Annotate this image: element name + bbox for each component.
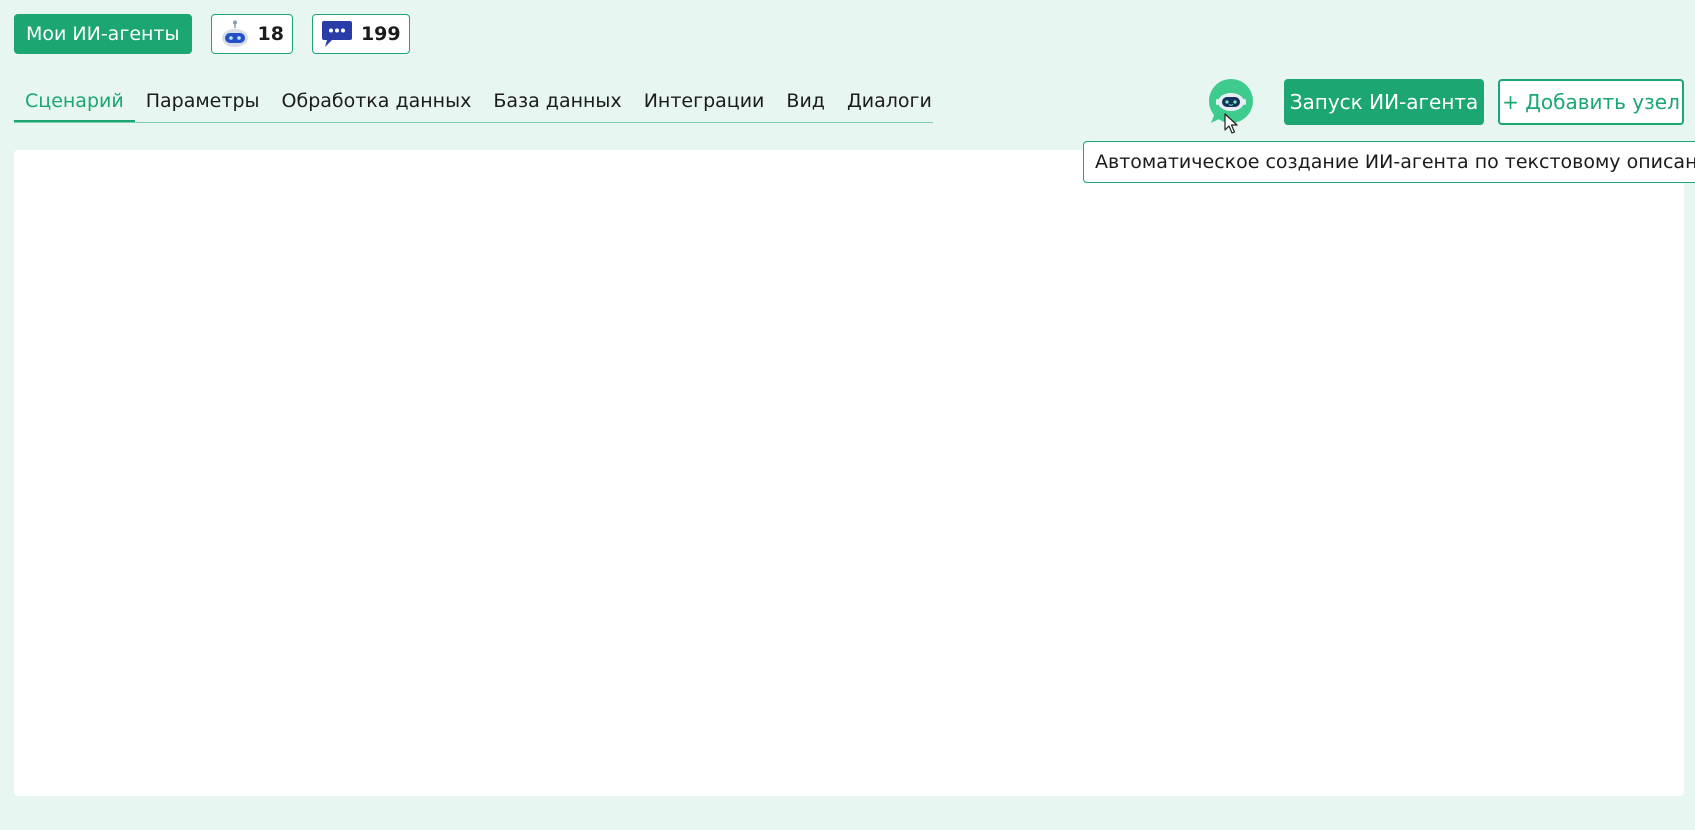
messages-counter[interactable]: 199 — [311, 14, 410, 54]
chat-bubble-icon — [321, 19, 353, 49]
tab-bar: Сценарий Параметры Обработка данных База… — [14, 84, 933, 123]
tab-scenario[interactable]: Сценарий — [14, 84, 135, 122]
my-agents-button[interactable]: Мои ИИ-агенты — [14, 14, 192, 54]
tab-integrations[interactable]: Интеграции — [633, 84, 776, 121]
robot-icon — [220, 20, 250, 48]
app-root: Мои ИИ-агенты 18 199 Сценарий Параметры … — [0, 0, 1695, 830]
mouse-pointer-icon — [1224, 113, 1238, 134]
tab-view[interactable]: Вид — [775, 84, 836, 121]
scenario-canvas[interactable] — [14, 150, 1684, 796]
tab-dialogs[interactable]: Диалоги — [836, 84, 943, 121]
messages-count: 199 — [360, 23, 401, 45]
tab-data-processing[interactable]: Обработка данных — [271, 84, 483, 121]
top-bar: Мои ИИ-агенты 18 199 — [14, 14, 410, 54]
tab-database[interactable]: База данных — [482, 84, 632, 121]
agents-count: 18 — [257, 23, 284, 45]
launch-agent-button[interactable]: Запуск ИИ-агента — [1284, 79, 1484, 125]
add-node-button[interactable]: + Добавить узел — [1498, 79, 1684, 125]
agents-counter[interactable]: 18 — [210, 14, 293, 54]
auto-create-tooltip: Автоматическое создание ИИ-агента по тек… — [1083, 141, 1695, 183]
tooltip-text: Автоматическое создание ИИ-агента по тек… — [1095, 151, 1695, 173]
tab-parameters[interactable]: Параметры — [135, 84, 271, 121]
